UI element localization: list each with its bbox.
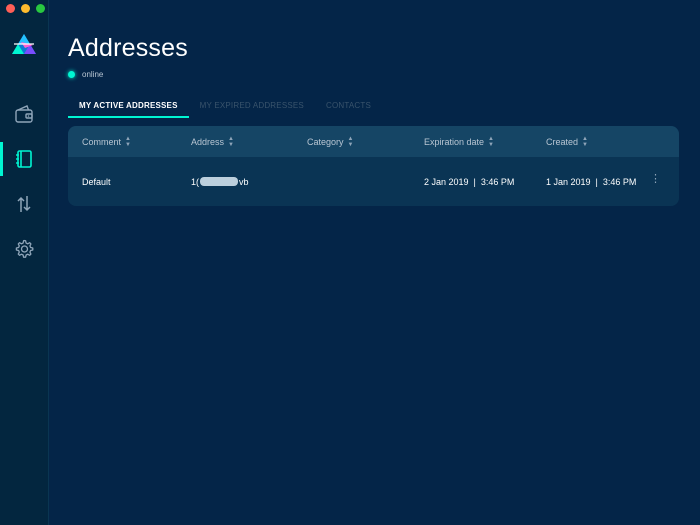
page-title: Addresses (68, 34, 188, 62)
sidebar-item-wallet[interactable] (0, 97, 48, 131)
status-text: online (82, 70, 104, 79)
minimize-window-button[interactable] (21, 4, 30, 13)
sidebar-item-settings[interactable] (0, 232, 48, 266)
sort-icon: ▲ ▼ (228, 136, 234, 148)
column-header-comment[interactable]: Comment ▲ ▼ (82, 136, 131, 148)
cell-comment: Default (82, 177, 111, 187)
transfer-icon (17, 196, 31, 212)
sort-icon: ▲ ▼ (347, 136, 354, 148)
column-header-expiration-date[interactable]: Expiration date ▲ ▼ (424, 136, 494, 148)
address-tabs: MY ACTIVE ADDRESSES MY EXPIRED ADDRESSES… (68, 98, 382, 118)
sort-icon: ▲ ▼ (125, 136, 131, 148)
sort-icon: ▲ ▼ (582, 136, 588, 148)
window-controls (6, 4, 45, 13)
tab-expired-addresses[interactable]: MY EXPIRED ADDRESSES (189, 98, 315, 118)
addresses-table: Comment ▲ ▼ Address ▲ ▼ Category ▲ ▼ Expira… (68, 126, 679, 206)
cell-expiration-date: 2 Jan 2019 | 3:46 PM (424, 177, 515, 187)
column-header-address[interactable]: Address ▲ ▼ (191, 136, 234, 148)
table-header: Comment ▲ ▼ Address ▲ ▼ Category ▲ ▼ Expira… (68, 126, 679, 157)
tab-contacts[interactable]: CONTACTS (315, 98, 382, 118)
beam-logo-icon (12, 34, 36, 54)
redacted-address (200, 177, 239, 186)
connection-status: online (68, 70, 103, 79)
sidebar (0, 0, 49, 525)
cell-address[interactable]: 1(vb (191, 177, 249, 187)
sidebar-item-addresses[interactable] (0, 142, 48, 176)
close-window-button[interactable] (6, 4, 15, 13)
status-indicator-icon (68, 71, 75, 78)
gear-icon (15, 239, 34, 258)
wallet-icon (15, 105, 33, 123)
addresses-icon (16, 150, 32, 168)
column-header-category[interactable]: Category ▲ ▼ (307, 136, 353, 148)
main-content: Addresses online MY ACTIVE ADDRESSES MY … (48, 0, 700, 525)
maximize-window-button[interactable] (36, 4, 45, 13)
sort-icon: ▲ ▼ (488, 136, 494, 148)
tab-active-addresses[interactable]: MY ACTIVE ADDRESSES (68, 98, 189, 118)
table-row[interactable]: Default 1(vb 2 Jan 2019 | 3:46 PM 1 Jan … (68, 157, 679, 206)
row-menu-icon[interactable]: ⋮ (650, 174, 661, 185)
sidebar-item-transactions[interactable] (0, 187, 48, 221)
column-header-created[interactable]: Created ▲ ▼ (546, 136, 588, 148)
cell-created: 1 Jan 2019 | 3:46 PM (546, 177, 637, 187)
